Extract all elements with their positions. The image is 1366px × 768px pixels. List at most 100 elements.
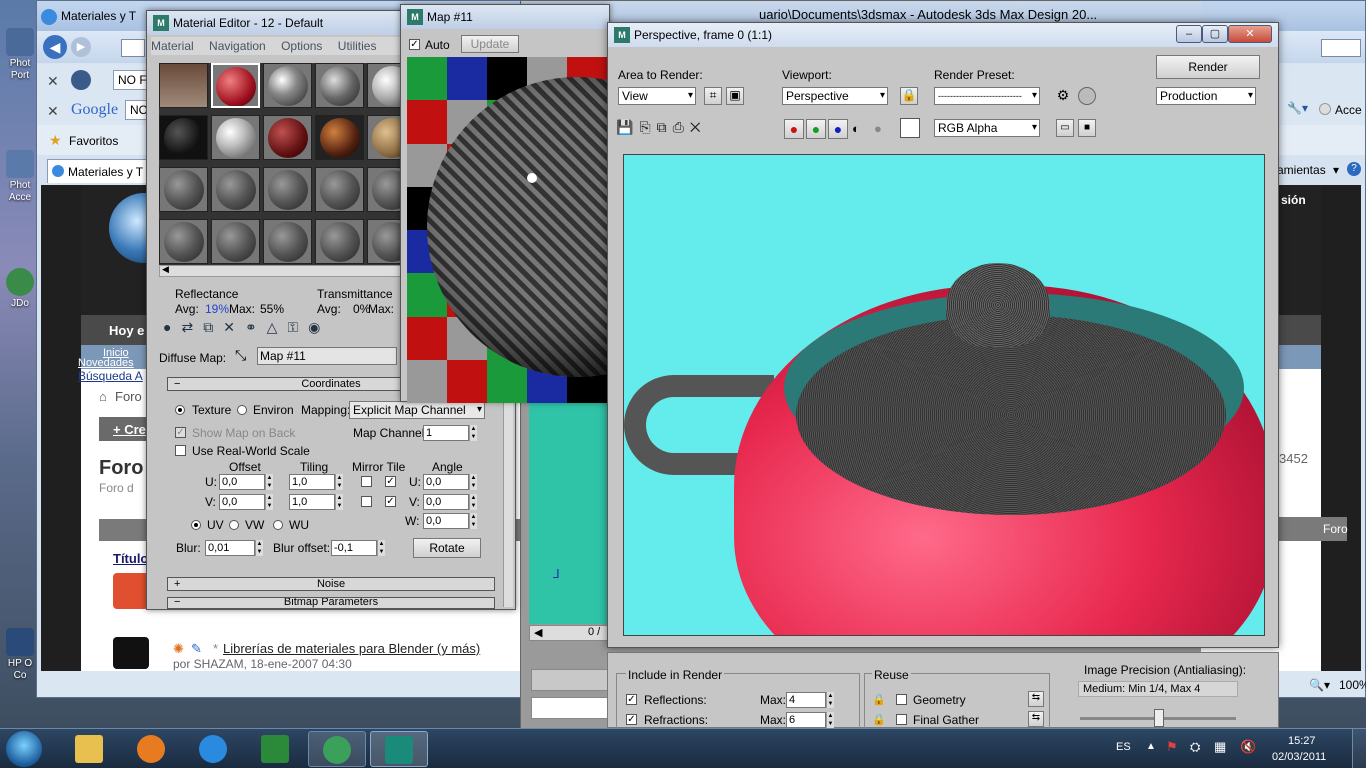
- vw-radio[interactable]: [229, 520, 239, 530]
- map-channel-input[interactable]: 1: [423, 425, 469, 441]
- minimize-button[interactable]: ‒: [1176, 25, 1202, 43]
- v-angle-spinner[interactable]: ▲ ▼: [469, 494, 477, 510]
- back-button[interactable]: ◀: [43, 35, 67, 59]
- v-mirror-checkbox[interactable]: [361, 496, 372, 507]
- u-tiling-input[interactable]: 1,0: [289, 474, 335, 490]
- noise-rollout[interactable]: Noise +: [167, 577, 495, 591]
- green-channel-toggle[interactable]: ●: [806, 119, 826, 139]
- u-mirror-checkbox[interactable]: [361, 476, 372, 487]
- channel-dropdown[interactable]: RGB Alpha: [934, 119, 1040, 137]
- auto-checkbox[interactable]: ✓: [409, 39, 420, 50]
- reflections-checkbox[interactable]: ✓: [626, 694, 637, 705]
- zoom-icon[interactable]: 🔍▾: [1309, 678, 1330, 692]
- precision-slider-thumb[interactable]: [1154, 709, 1164, 727]
- tray-icon-2[interactable]: ⛭: [1190, 739, 1200, 755]
- sample-slot[interactable]: [315, 115, 364, 160]
- network-icon[interactable]: ▦: [1214, 739, 1226, 755]
- put-to-scene-icon[interactable]: ⇄: [181, 319, 203, 335]
- diffuse-map-field[interactable]: Map #11: [257, 347, 397, 365]
- update-button[interactable]: Update: [461, 35, 519, 53]
- sample-slot[interactable]: [159, 167, 208, 212]
- red-channel-toggle[interactable]: ●: [784, 119, 804, 139]
- copy-image-icon[interactable]: ⎘: [639, 119, 656, 135]
- blue-channel-toggle[interactable]: ●: [828, 119, 848, 139]
- wu-radio[interactable]: [273, 520, 283, 530]
- taskbar-internet-explorer[interactable]: [184, 731, 242, 767]
- pick-map-icon[interactable]: ⤡: [235, 347, 246, 364]
- sample-slot[interactable]: [159, 115, 208, 160]
- close-icon[interactable]: ✕: [47, 73, 59, 90]
- blur-input[interactable]: 0,01: [205, 540, 255, 556]
- start-button[interactable]: [6, 731, 42, 767]
- v-tiling-spinner[interactable]: ▲ ▼: [335, 494, 343, 510]
- taskbar-3dsmax[interactable]: [370, 731, 428, 767]
- tools-icon[interactable]: 🔧▾: [1287, 101, 1308, 115]
- put-to-library-icon[interactable]: △: [267, 319, 288, 335]
- get-material-icon[interactable]: ●: [163, 319, 181, 335]
- render-button[interactable]: Render: [1156, 55, 1260, 79]
- clock-time[interactable]: 15:27: [1288, 735, 1316, 747]
- show-hidden-icons[interactable]: ▲: [1146, 741, 1156, 752]
- blur-offset-input[interactable]: -0,1: [331, 540, 377, 556]
- w-angle-input[interactable]: 0,0: [423, 513, 469, 529]
- taskbar-messenger[interactable]: [308, 731, 366, 767]
- thread-title-link[interactable]: Librerías de materiales para Blender (y …: [223, 641, 480, 656]
- production-dropdown[interactable]: Production: [1156, 87, 1256, 105]
- texture-radio[interactable]: [175, 405, 185, 415]
- rotate-button[interactable]: Rotate: [413, 538, 481, 558]
- viewport[interactable]: [529, 399, 614, 624]
- timeline-slider[interactable]: ◀ 0 /: [529, 625, 614, 641]
- menu-options[interactable]: Options: [281, 39, 322, 53]
- address-input[interactable]: [121, 39, 145, 57]
- login-label[interactable]: sión: [1281, 193, 1306, 207]
- show-map-back-checkbox[interactable]: ✓: [175, 427, 186, 438]
- print-icon[interactable]: ⎙: [673, 119, 690, 135]
- auto-region-icon[interactable]: ▣: [726, 87, 744, 105]
- sample-slot[interactable]: [159, 219, 208, 264]
- map-window-titlebar[interactable]: M Map #11: [401, 5, 609, 29]
- clone-frame-icon[interactable]: ⧉: [657, 119, 673, 135]
- sample-slot[interactable]: [211, 115, 260, 160]
- refractions-max-spinner[interactable]: ▲ ▼: [826, 712, 834, 728]
- show-map-icon[interactable]: ◉: [308, 319, 330, 335]
- environ-radio[interactable]: [237, 405, 247, 415]
- toggle-ui-overlay-icon[interactable]: ■: [1078, 119, 1096, 137]
- material-id-icon[interactable]: ⚿: [287, 319, 308, 335]
- area-to-render-dropdown[interactable]: View: [618, 87, 696, 105]
- home-icon[interactable]: ⌂: [99, 389, 107, 404]
- sample-slot[interactable]: [211, 219, 260, 264]
- menu-navigation[interactable]: Navigation: [209, 39, 266, 53]
- v-tile-checkbox[interactable]: ✓: [385, 496, 396, 507]
- advanced-search-link[interactable]: Búsqueda A: [78, 369, 143, 383]
- sample-slot[interactable]: [211, 167, 260, 212]
- edit-region-icon[interactable]: ⌗: [704, 87, 722, 105]
- w-angle-spinner[interactable]: ▲ ▼: [469, 513, 477, 529]
- geometry-checkbox[interactable]: [896, 694, 907, 705]
- u-angle-input[interactable]: 0,0: [423, 474, 469, 490]
- v-offset-input[interactable]: 0,0: [219, 494, 265, 510]
- menu-material[interactable]: Material: [151, 39, 194, 53]
- accessibility-icon[interactable]: [71, 70, 91, 90]
- taskbar-excel[interactable]: [246, 731, 304, 767]
- lock-icon[interactable]: 🔒: [900, 87, 918, 105]
- reflections-max-input[interactable]: 4: [786, 692, 826, 708]
- blur-spinner[interactable]: ▲ ▼: [255, 540, 263, 556]
- sample-slot[interactable]: [263, 219, 312, 264]
- nav-news-link[interactable]: Novedades: [78, 357, 134, 369]
- clock-date[interactable]: 02/03/2011: [1272, 751, 1326, 763]
- sample-slot[interactable]: [315, 167, 364, 212]
- create-topic-button[interactable]: + Cre: [99, 417, 153, 441]
- clear-icon[interactable]: ✕: [690, 119, 707, 135]
- refractions-max-input[interactable]: 6: [786, 712, 826, 728]
- sample-slot[interactable]: [263, 63, 312, 108]
- desktop-icon-hp[interactable]: HP O Co: [2, 628, 38, 682]
- color-swatch[interactable]: [900, 118, 920, 138]
- v-tiling-input[interactable]: 1,0: [289, 494, 335, 510]
- real-world-checkbox[interactable]: [175, 445, 186, 456]
- status-field[interactable]: [531, 669, 611, 691]
- assign-material-icon[interactable]: ⧉: [203, 319, 223, 335]
- close-icon[interactable]: ✕: [47, 103, 59, 120]
- help-icon[interactable]: ?: [1347, 162, 1361, 176]
- forum-button[interactable]: Foro: [1275, 517, 1348, 541]
- blur-offset-spinner[interactable]: ▲ ▼: [377, 540, 385, 556]
